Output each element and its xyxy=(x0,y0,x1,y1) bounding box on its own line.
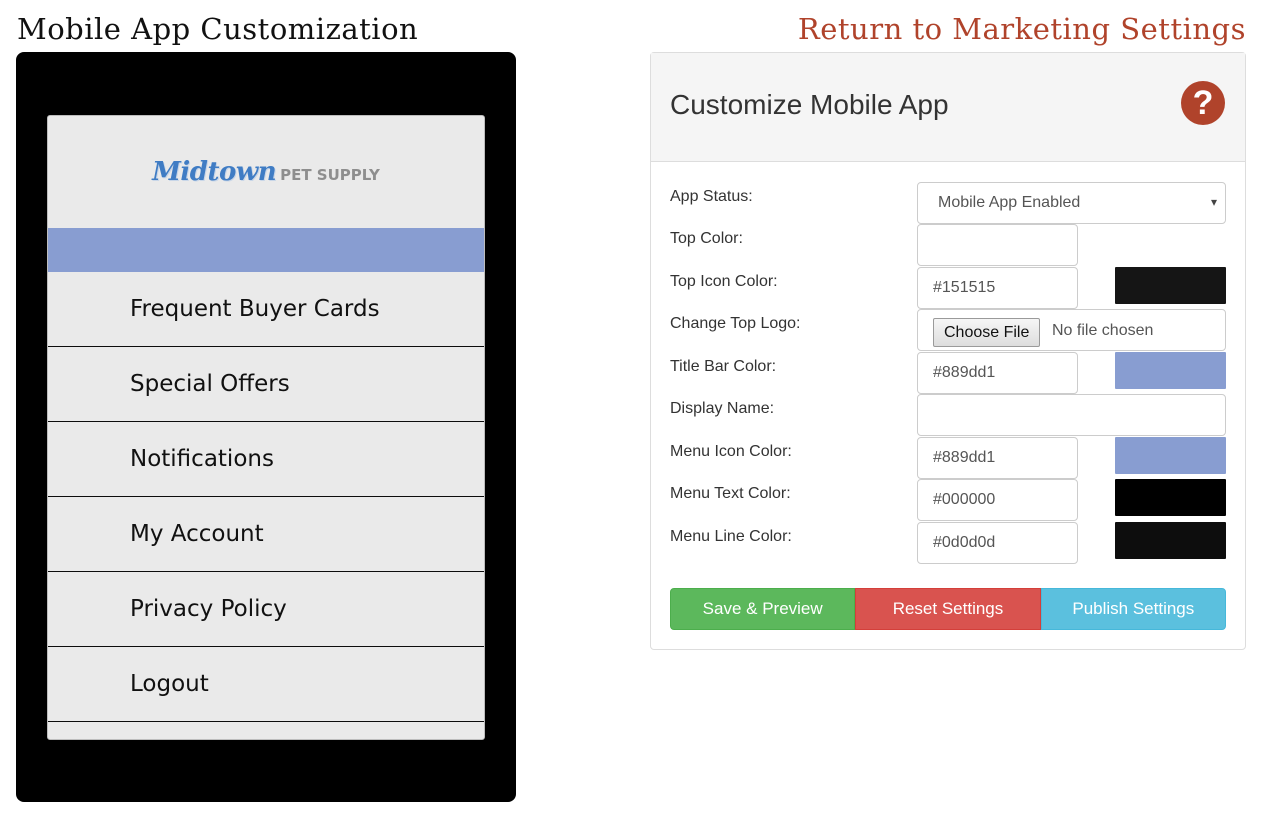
app-header: Midtown PET SUPPLY xyxy=(48,116,484,228)
top-logo-file-input: Choose File No file chosen xyxy=(917,309,1226,351)
panel-heading: Customize Mobile App ? xyxy=(651,53,1245,162)
top-icon-color-label: Top Icon Color: xyxy=(670,273,778,290)
action-buttons: Save & Preview Reset Settings Publish Se… xyxy=(670,588,1226,630)
app-status-select[interactable]: Mobile App Enabled ▾ xyxy=(917,182,1226,224)
menu-line-color-swatch[interactable] xyxy=(1115,522,1226,559)
menu-text-color-row: Menu Text Color: xyxy=(651,479,1247,521)
menu-text-color-input[interactable] xyxy=(917,479,1078,521)
app-menu-item[interactable]: Logout xyxy=(48,647,484,722)
save-preview-button[interactable]: Save & Preview xyxy=(670,588,856,630)
panel-title: Customize Mobile App xyxy=(670,89,949,120)
title-bar-color-input[interactable] xyxy=(917,352,1078,394)
top-color-row: Top Color: xyxy=(651,224,1247,266)
title-bar-color-row: Title Bar Color: xyxy=(651,352,1247,394)
title-bar-color-swatch[interactable] xyxy=(1115,352,1226,389)
customize-panel: Customize Mobile App ? App Status: Mobil… xyxy=(650,52,1246,650)
app-title-bar xyxy=(48,228,484,272)
display-name-label: Display Name: xyxy=(670,400,775,417)
app-menu-item[interactable]: My Account xyxy=(48,497,484,572)
top-icon-color-input[interactable] xyxy=(917,267,1078,309)
menu-line-color-row: Menu Line Color: xyxy=(651,522,1247,564)
app-status-value: Mobile App Enabled xyxy=(938,194,1081,211)
app-menu-item[interactable]: Privacy Policy xyxy=(48,572,484,647)
question-circle-icon[interactable]: ? xyxy=(1181,81,1225,125)
choose-file-button[interactable]: Choose File xyxy=(933,318,1041,347)
app-menu: Frequent Buyer Cards Special Offers Notifi… xyxy=(48,272,484,722)
menu-line-color-input[interactable] xyxy=(917,522,1078,564)
top-color-label: Top Color: xyxy=(670,230,743,247)
menu-icon-color-swatch[interactable] xyxy=(1115,437,1226,474)
chevron-down-icon: ▾ xyxy=(1210,195,1217,209)
app-logo: Midtown PET SUPPLY xyxy=(152,157,380,187)
logo-sub-text: PET SUPPLY xyxy=(280,166,380,184)
title-bar-color-label: Title Bar Color: xyxy=(670,358,777,375)
top-logo-row: Change Top Logo: Choose File No file cho… xyxy=(651,309,1247,351)
top-logo-label: Change Top Logo: xyxy=(670,315,801,332)
app-menu-item[interactable]: Frequent Buyer Cards xyxy=(48,272,484,347)
menu-text-color-label: Menu Text Color: xyxy=(670,485,791,502)
publish-settings-button[interactable]: Publish Settings xyxy=(1040,588,1226,630)
app-menu-item[interactable]: Special Offers xyxy=(48,347,484,422)
top-icon-color-row: Top Icon Color: xyxy=(651,267,1247,309)
menu-icon-color-row: Menu Icon Color: xyxy=(651,437,1247,479)
top-color-input[interactable] xyxy=(917,224,1078,266)
reset-settings-button[interactable]: Reset Settings xyxy=(855,588,1041,630)
menu-line-color-label: Menu Line Color: xyxy=(670,528,792,545)
display-name-row: Display Name: xyxy=(651,394,1247,436)
app-menu-item[interactable]: Notifications xyxy=(48,422,484,497)
app-status-label: App Status: xyxy=(670,188,753,205)
return-to-marketing-settings-link[interactable]: Return to Marketing Settings xyxy=(798,12,1246,46)
menu-icon-color-input[interactable] xyxy=(917,437,1078,479)
phone-preview: Midtown PET SUPPLY Frequent Buyer Cards S… xyxy=(16,52,516,802)
logo-script-text: Midtown xyxy=(152,157,277,187)
top-icon-color-swatch[interactable] xyxy=(1115,267,1226,304)
menu-text-color-swatch[interactable] xyxy=(1115,479,1226,516)
display-name-input[interactable] xyxy=(917,394,1226,436)
phone-screen: Midtown PET SUPPLY Frequent Buyer Cards S… xyxy=(47,115,485,740)
file-status-text: No file chosen xyxy=(1052,322,1154,339)
menu-icon-color-label: Menu Icon Color: xyxy=(670,443,792,460)
page-title: Mobile App Customization xyxy=(17,12,419,46)
app-status-row: App Status: Mobile App Enabled ▾ xyxy=(651,182,1247,224)
